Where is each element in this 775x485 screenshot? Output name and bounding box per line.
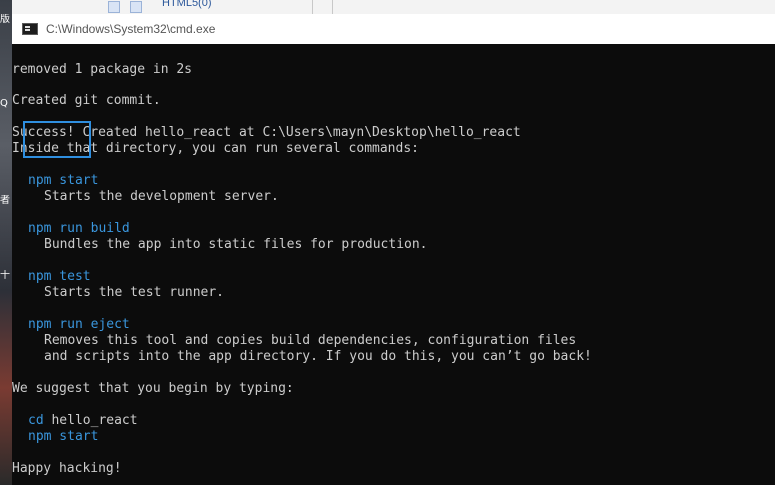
- suggested-command-npm-start: npm start: [28, 429, 99, 444]
- console-line: Removes this tool and copies build depen…: [44, 333, 577, 348]
- file-icon: [130, 1, 142, 13]
- console-output[interactable]: removed 1 package in 2s Created git comm…: [12, 44, 775, 485]
- console-line: and scripts into the app directory. If y…: [44, 349, 592, 364]
- cd-keyword: cd: [28, 413, 44, 428]
- console-line: We suggest that you begin by typing:: [12, 381, 294, 396]
- background-window: HTML5(0): [12, 0, 775, 15]
- divider: [312, 0, 313, 14]
- desktop-label-4: 十: [0, 270, 10, 281]
- desktop-label-2: Q: [0, 98, 8, 109]
- command-npm-run-eject: npm run eject: [28, 317, 130, 332]
- cd-argument: hello_react: [51, 413, 138, 428]
- cmd-icon[interactable]: [22, 23, 38, 35]
- desktop-background: 版 Q 者 十: [0, 0, 12, 485]
- desktop-label-3: 者: [0, 195, 10, 206]
- window-title: C:\Windows\System32\cmd.exe: [46, 22, 216, 36]
- command-npm-start: npm start: [28, 173, 99, 188]
- file-icon: [108, 1, 120, 13]
- success-highlight-box: [23, 121, 91, 158]
- console-line: Starts the test runner.: [44, 285, 225, 300]
- console-line: Bundles the app into static files for pr…: [44, 237, 428, 252]
- console-line: removed 1 package in 2s: [12, 62, 193, 77]
- divider: [332, 0, 333, 14]
- console-line: Starts the development server.: [44, 189, 279, 204]
- console-line: Happy hacking!: [12, 461, 122, 476]
- background-tab[interactable]: HTML5(0): [162, 0, 212, 9]
- command-npm-test: npm test: [28, 269, 91, 284]
- command-npm-run-build: npm run build: [28, 221, 130, 236]
- title-bar[interactable]: C:\Windows\System32\cmd.exe: [12, 14, 775, 44]
- suggested-command-cd: cd hello_react: [28, 413, 138, 429]
- desktop-label-1: 版: [0, 14, 10, 25]
- cmd-window[interactable]: C:\Windows\System32\cmd.exe removed 1 pa…: [12, 14, 775, 485]
- console-line: Created git commit.: [12, 93, 161, 108]
